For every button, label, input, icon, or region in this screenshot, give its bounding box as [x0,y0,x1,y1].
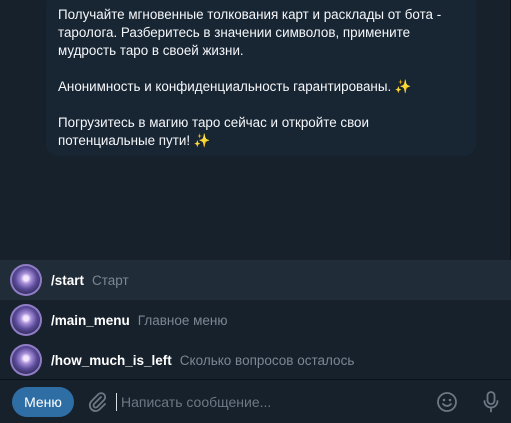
command-name: /start [51,272,85,288]
sparkles-icon: ✨ [394,79,412,94]
bot-avatar [10,304,42,336]
bot-commands-list: /start Старт /main_menu Главное меню /ho… [0,260,511,379]
message-paragraph-2: Анонимность и конфиденциальность гаранти… [58,78,464,96]
command-item-main-menu[interactable]: /main_menu Главное меню [0,300,511,340]
microphone-icon[interactable] [477,388,505,416]
message-text-3: Погрузитесь в магию таро сейчас и открой… [58,115,369,148]
message-input[interactable] [121,393,433,410]
message-composer: Меню [0,379,511,423]
bot-avatar [10,344,42,376]
message-paragraph-3: Погрузитесь в магию таро сейчас и открой… [58,114,464,150]
command-description: Главное меню [137,312,228,328]
attach-icon[interactable] [86,391,108,413]
emoji-icon[interactable] [433,388,461,416]
command-description: Сколько вопросов осталось [179,352,355,368]
menu-button[interactable]: Меню [12,386,74,417]
message-text-2: Анонимность и конфиденциальность гаранти… [58,79,392,94]
text-caret [116,392,117,411]
command-item-start[interactable]: /start Старт [0,260,511,300]
command-name: /how_much_is_left [51,352,172,368]
sparkles-icon: ✨ [193,133,211,148]
command-description: Старт [92,272,129,288]
message-paragraph-1: Получайте мгновенные толкования карт и р… [58,6,464,60]
bot-message-bubble: Получайте мгновенные толкования карт и р… [46,0,476,156]
message-text-1: Получайте мгновенные толкования карт и р… [58,7,442,58]
command-name: /main_menu [51,312,130,328]
message-input-wrapper [116,389,433,415]
bot-avatar [10,264,42,296]
command-item-how-much-is-left[interactable]: /how_much_is_left Сколько вопросов остал… [0,340,511,380]
chat-history: Получайте мгновенные толкования карт и р… [0,0,511,260]
